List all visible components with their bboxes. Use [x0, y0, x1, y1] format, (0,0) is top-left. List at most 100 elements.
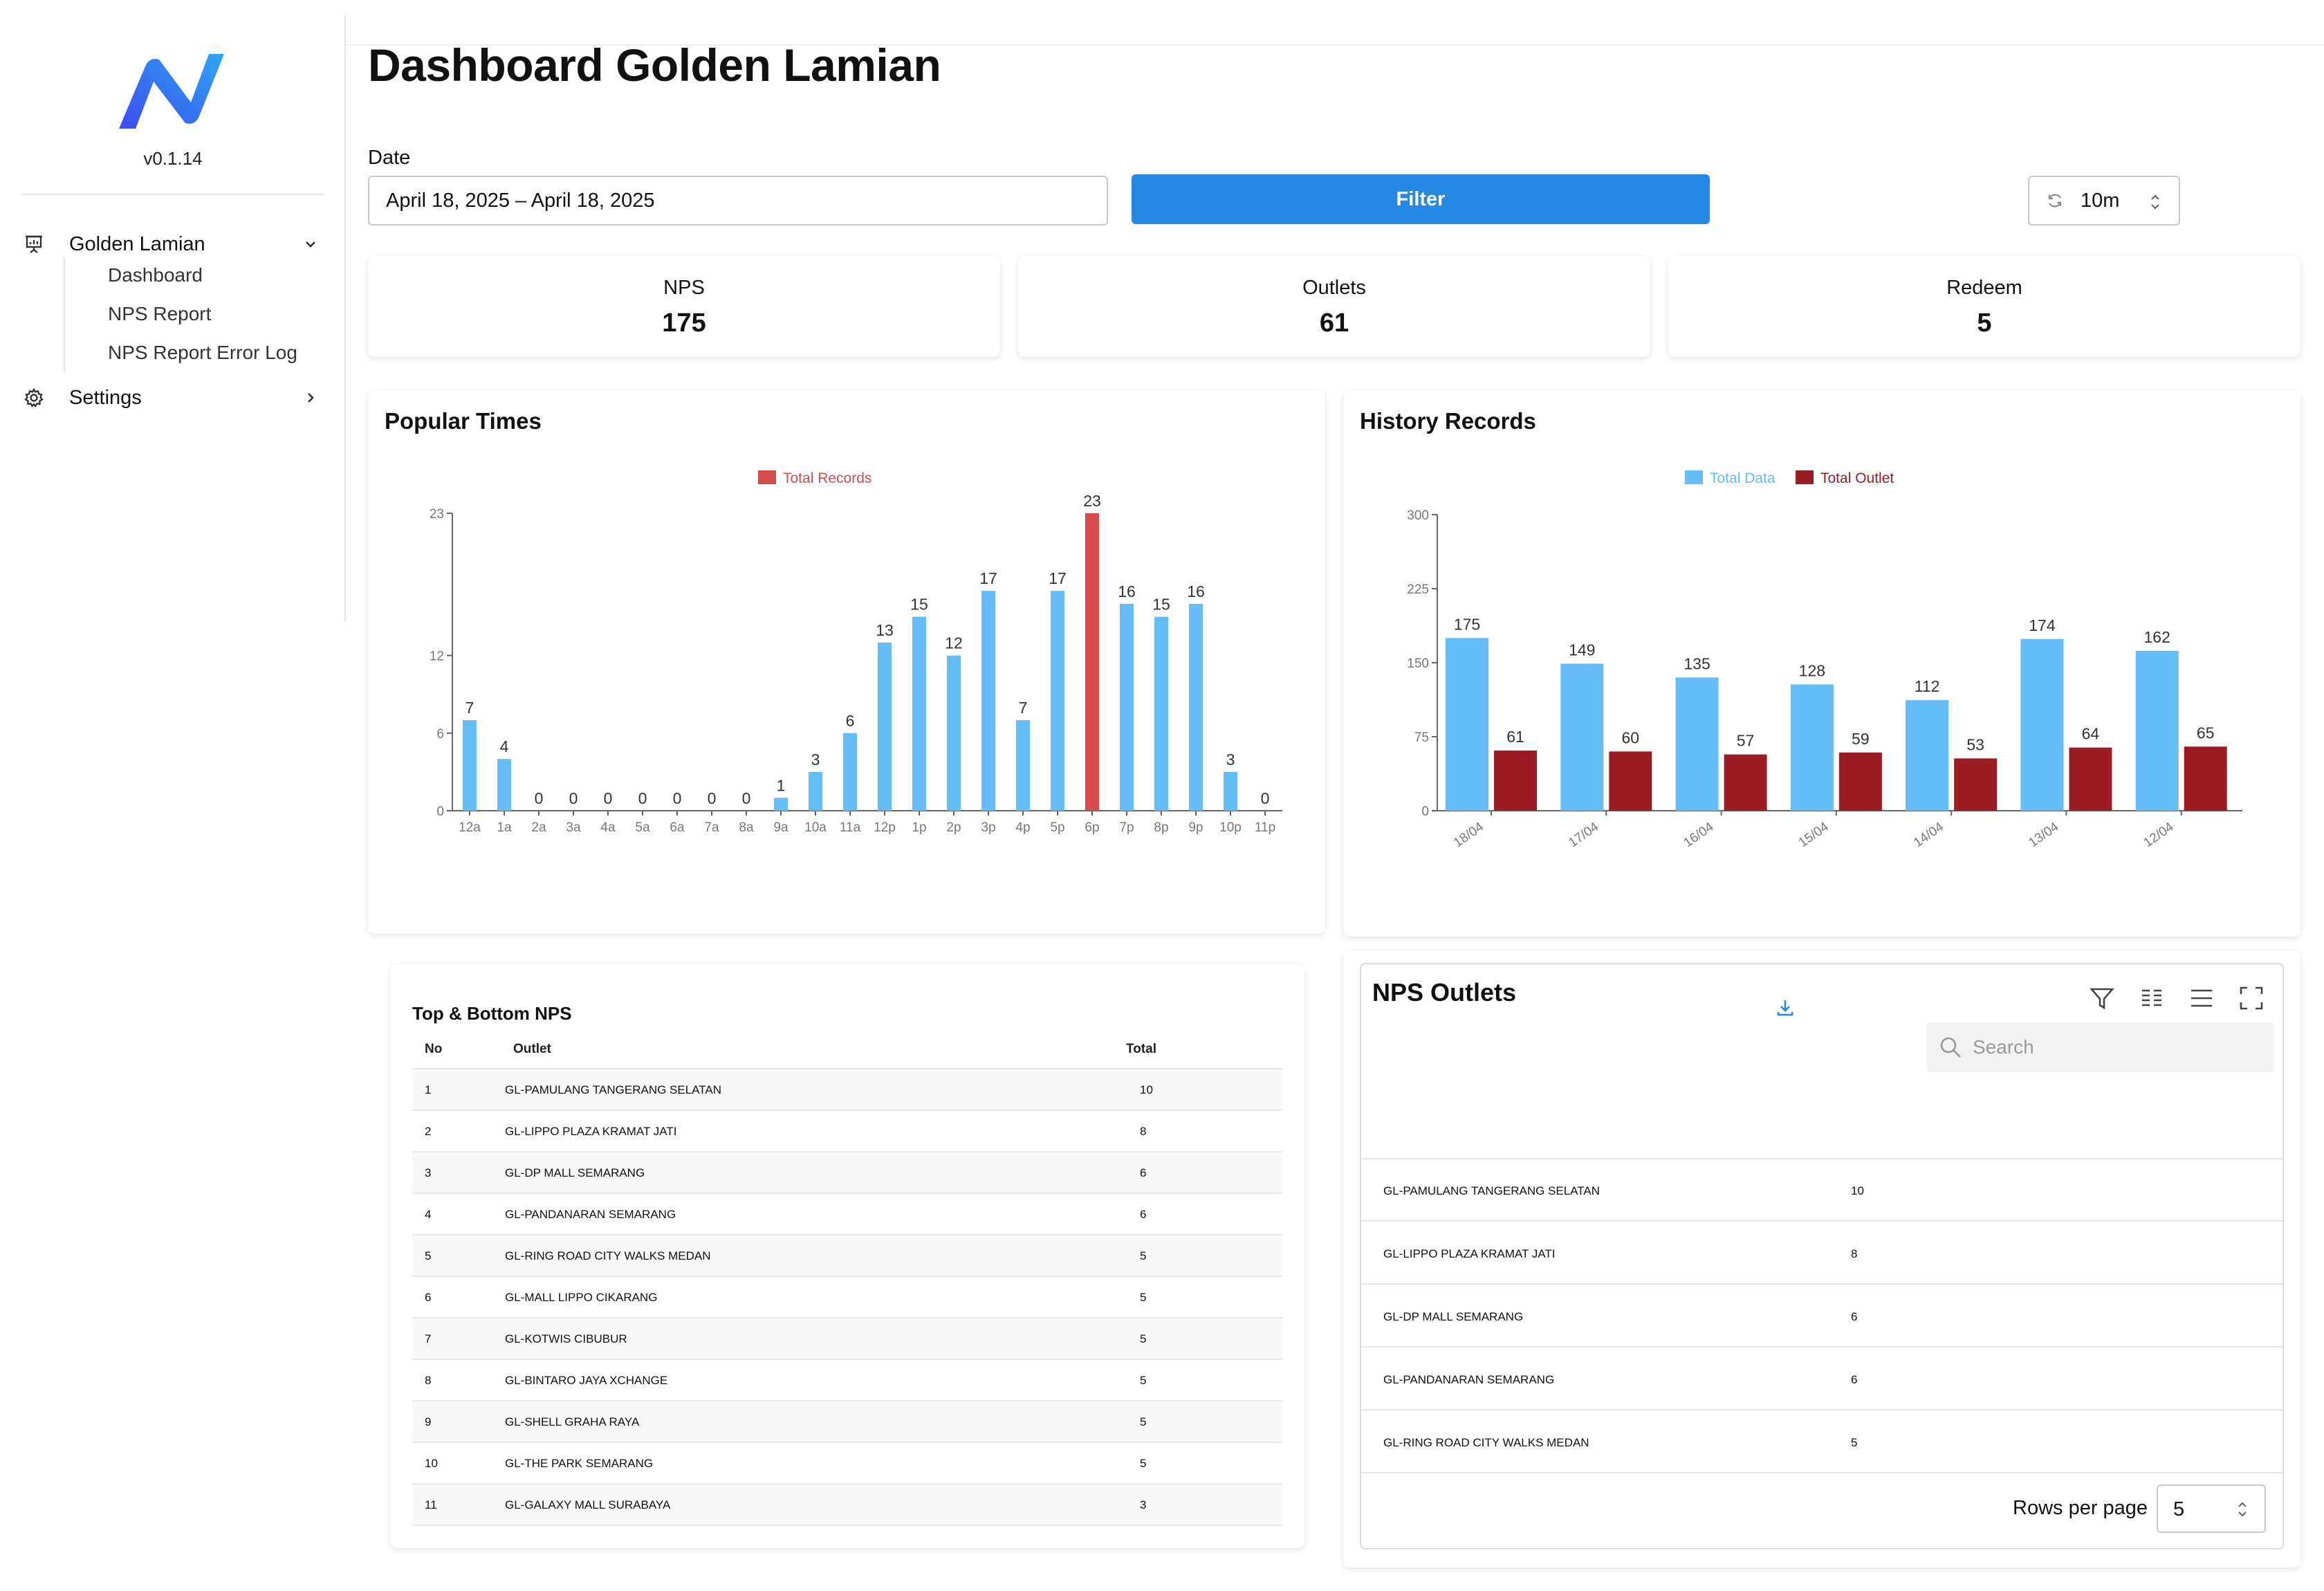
bar-value-label: 135	[1684, 654, 1710, 672]
chevron-right-icon[interactable]	[300, 387, 321, 408]
row-total: 10	[1140, 1083, 1153, 1096]
table-row[interactable]: 1 GL-PAMULANG TANGERANG SELATAN 10	[412, 1069, 1282, 1111]
bar-value-label: 61	[1506, 728, 1524, 746]
row-outlet: GL-DP MALL SEMARANG	[1383, 1310, 1524, 1323]
row-total: 6	[1140, 1208, 1147, 1221]
y-tick-label: 12	[430, 650, 444, 664]
x-tick-label: 7p	[1119, 820, 1134, 835]
sidebar-item-settings[interactable]: Settings	[22, 380, 324, 415]
x-tick-label: 12/04	[2141, 820, 2177, 851]
table-row[interactable]: 11 GL-GALAXY MALL SURABAYA 3	[412, 1484, 1282, 1526]
sidebar-item-nps-report[interactable]: NPS Report	[108, 303, 211, 325]
x-tick-label: 12a	[459, 820, 481, 835]
x-tick-label: 18/04	[1451, 820, 1486, 851]
search-field[interactable]	[1927, 1022, 2274, 1072]
row-total: 3	[1140, 1498, 1147, 1511]
y-tick-label: 150	[1407, 656, 1429, 671]
row-outlet: GL-THE PARK SEMARANG	[505, 1457, 654, 1470]
sidebar-group-golden-lamian[interactable]: Golden Lamian	[22, 227, 324, 261]
download-icon[interactable]	[1768, 991, 1802, 1025]
table-row[interactable]: 8 GL-BINTARO JAYA XCHANGE 5	[412, 1360, 1282, 1401]
bar	[1085, 513, 1099, 811]
history-records-card: History Records Total Data Total Outlet 0 7…	[1343, 390, 2300, 937]
popular-times-card: Popular Times Total Records 0 6 12 23 7 12a 4 1a…	[368, 390, 1325, 934]
bar	[1051, 591, 1064, 811]
bar	[2069, 747, 2112, 811]
table-row[interactable]: GL-DP MALL SEMARANG 6	[1361, 1285, 2282, 1348]
table-row[interactable]: 6 GL-MALL LIPPO CIKARANG 5	[412, 1277, 1282, 1318]
bar-value-label: 57	[1737, 732, 1755, 750]
row-number: 1	[425, 1083, 432, 1096]
up-down-icon	[2238, 1502, 2247, 1517]
table-row[interactable]: GL-RING ROAD CITY WALKS MEDAN 5	[1361, 1411, 2282, 1473]
bar-value-label: 0	[742, 789, 751, 807]
table-row[interactable]: GL-PAMULANG TANGERANG SELATAN 10	[1361, 1159, 2282, 1222]
bar-value-label: 112	[1915, 677, 1940, 695]
bar-value-label: 59	[1852, 730, 1870, 748]
y-tick-label: 0	[1421, 804, 1429, 819]
row-number: 5	[425, 1249, 432, 1262]
table-row[interactable]: GL-PANDANARAN SEMARANG 6	[1361, 1348, 2282, 1410]
table-row[interactable]: 3 GL-DP MALL SEMARANG 6	[412, 1152, 1282, 1194]
y-tick-label: 225	[1407, 582, 1429, 597]
bar-value-label: 64	[2082, 725, 2100, 743]
date-range-input[interactable]	[368, 176, 1108, 226]
row-outlet: GL-BINTARO JAYA XCHANGE	[505, 1374, 668, 1387]
bar-value-label: 4	[500, 737, 509, 755]
row-total: 5	[1140, 1291, 1147, 1304]
legend-label: Total Outlet	[1820, 470, 1894, 486]
column-header-no[interactable]: No	[425, 1042, 442, 1057]
fullscreen-icon[interactable]	[2234, 981, 2269, 1015]
x-tick-label: 13/04	[2026, 820, 2061, 851]
rows-per-page-select[interactable]: 5	[2157, 1484, 2266, 1533]
table-row[interactable]: 10 GL-THE PARK SEMARANG 5	[412, 1443, 1282, 1484]
x-tick-label: 1p	[912, 820, 926, 835]
table-row[interactable]: 4 GL-PANDANARAN SEMARANG 6	[412, 1194, 1282, 1235]
bar	[1609, 751, 1652, 811]
bar-value-label: 15	[910, 596, 928, 614]
stat-card-outlets: Outlets 61	[1018, 256, 1650, 357]
bar-value-label: 7	[465, 699, 474, 717]
filter-icon[interactable]	[2085, 981, 2119, 1015]
row-number: 11	[425, 1498, 437, 1511]
column-header-total[interactable]: Total	[1126, 1042, 1156, 1057]
bar	[1954, 758, 1998, 811]
bar	[1494, 750, 1537, 811]
sidebar-item-dashboard[interactable]: Dashboard	[108, 264, 203, 286]
bar-value-label: 6	[846, 712, 855, 730]
table-row[interactable]: 2 GL-LIPPO PLAZA KRAMAT JATI 8	[412, 1111, 1282, 1152]
column-header-outlet[interactable]: Outlet	[513, 1042, 551, 1057]
bar	[1838, 752, 1882, 811]
x-tick-label: 16/04	[1681, 820, 1716, 851]
table-row[interactable]: 9 GL-SHELL GRAHA RAYA 5	[412, 1401, 1282, 1443]
x-tick-label: 10p	[1219, 820, 1242, 835]
row-outlet: GL-RING ROAD CITY WALKS MEDAN	[1383, 1436, 1589, 1449]
bar-value-label: 1	[777, 776, 786, 794]
stat-value: 5	[1977, 309, 1992, 338]
row-outlet: GL-SHELL GRAHA RAYA	[505, 1415, 640, 1428]
bar	[981, 591, 995, 811]
bar	[1224, 771, 1237, 811]
bar	[774, 798, 788, 811]
row-total: 8	[1851, 1247, 1858, 1260]
chevron-down-icon[interactable]	[300, 234, 321, 255]
table-row[interactable]: 5 GL-RING ROAD CITY WALKS MEDAN 5	[412, 1235, 1282, 1277]
density-icon[interactable]	[2184, 981, 2219, 1015]
x-tick-label: 6p	[1085, 820, 1099, 835]
sidebar-group-label: Golden Lamian	[69, 232, 205, 255]
gear-icon	[22, 386, 46, 410]
bar-value-label: 16	[1187, 582, 1205, 600]
sidebar-item-nps-report-error-log[interactable]: NPS Report Error Log	[108, 342, 297, 364]
row-outlet: GL-GALAXY MALL SURABAYA	[505, 1498, 671, 1511]
columns-icon[interactable]	[2134, 981, 2169, 1015]
search-input[interactable]	[1973, 1036, 2249, 1058]
refresh-interval-select[interactable]: 10m	[2028, 176, 2180, 226]
table-row[interactable]: GL-LIPPO PLAZA KRAMAT JATI 8	[1361, 1222, 2282, 1285]
bar-value-label: 0	[569, 789, 578, 807]
row-total: 8	[1140, 1125, 1147, 1138]
bar-value-label: 0	[1261, 789, 1270, 807]
table-row[interactable]: 7 GL-KOTWIS CIBUBUR 5	[412, 1318, 1282, 1360]
bar	[2184, 746, 2227, 811]
bar	[912, 616, 926, 811]
filter-button[interactable]: Filter	[1132, 174, 1710, 224]
